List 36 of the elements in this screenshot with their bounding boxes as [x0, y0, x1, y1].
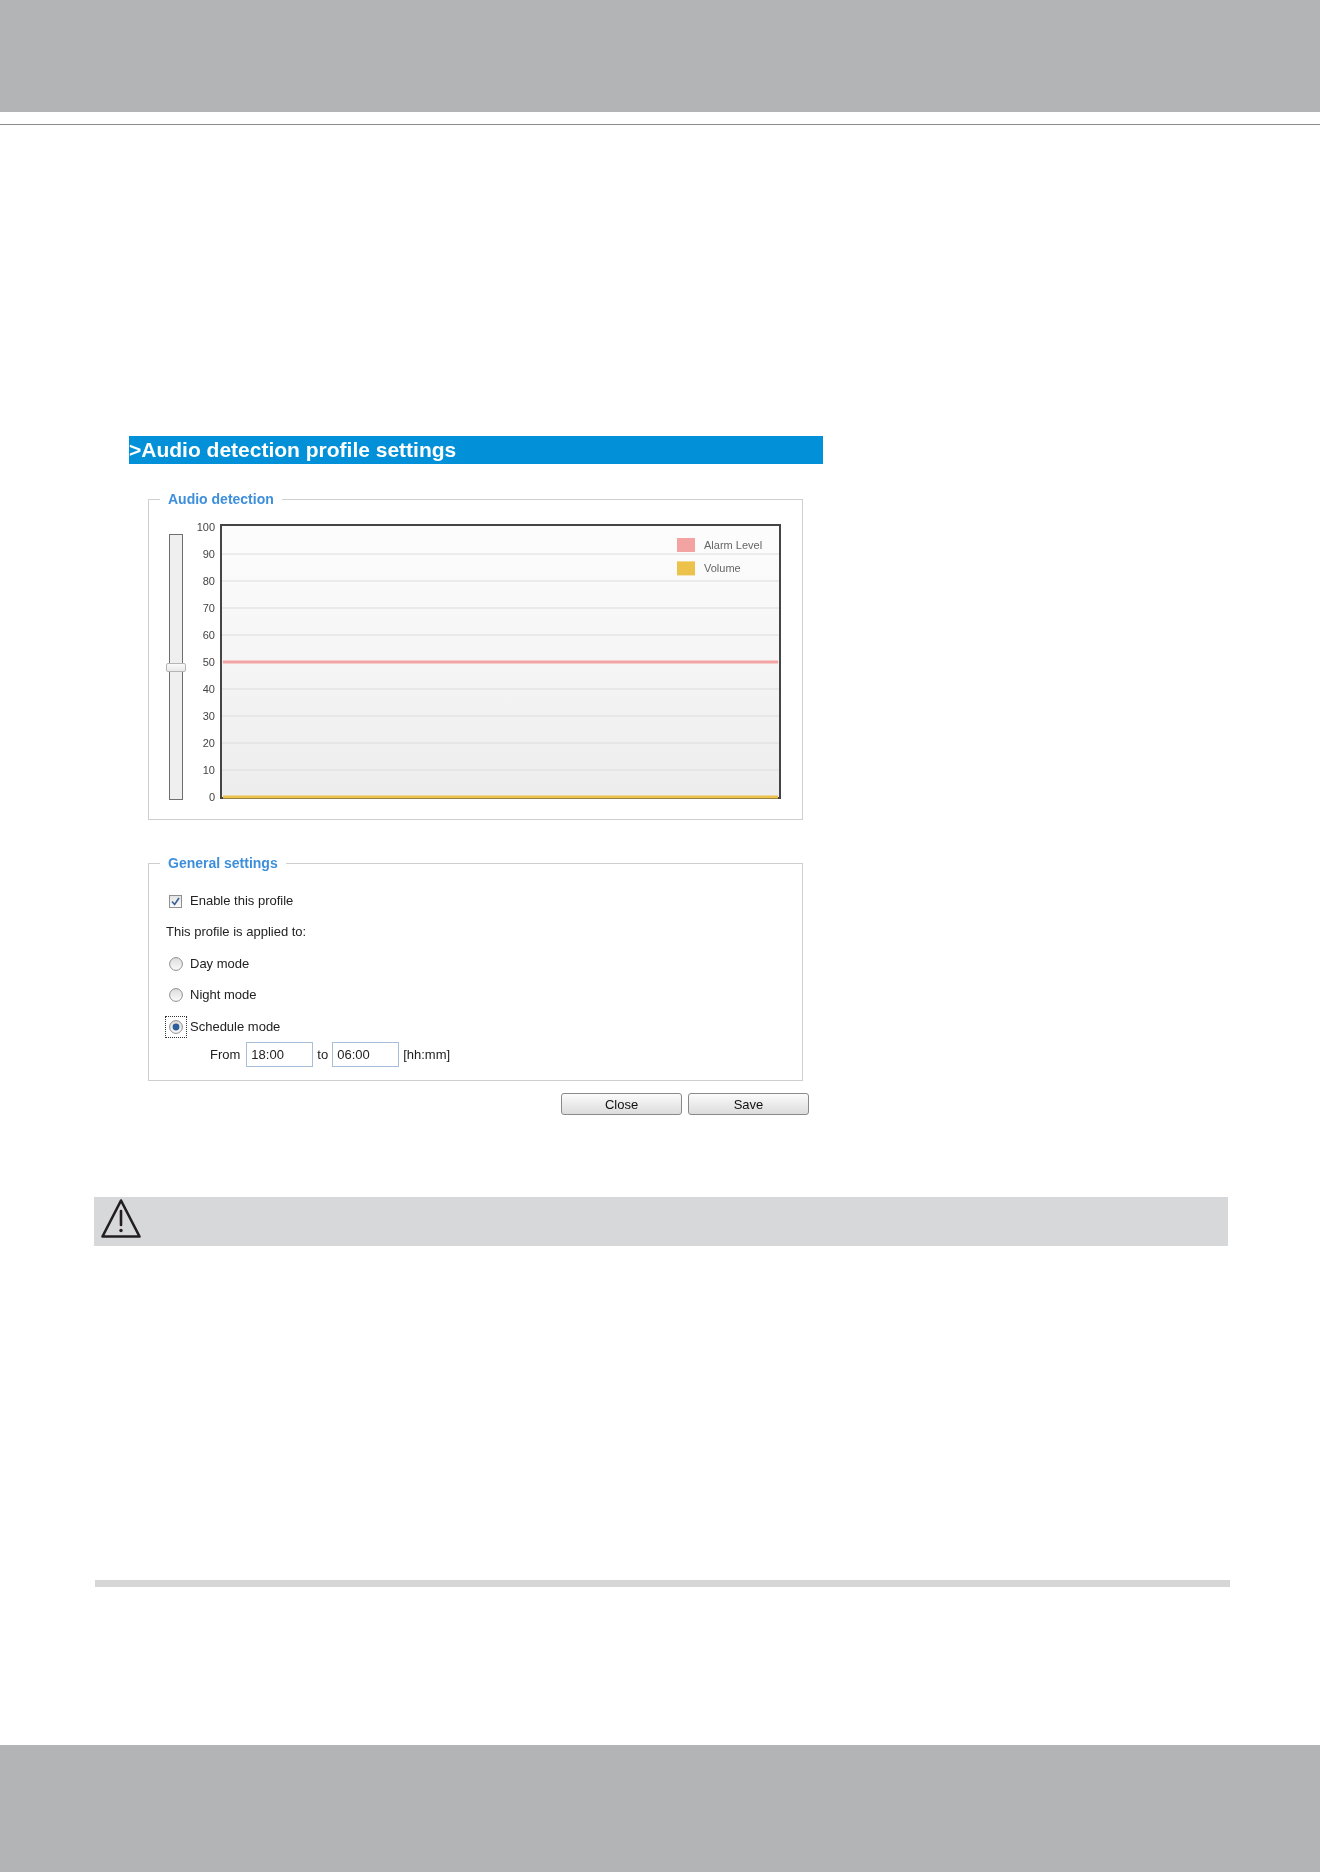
- checkmark-icon: [171, 896, 180, 906]
- warning-icon: [100, 1198, 142, 1240]
- radio-label: Schedule mode: [190, 1019, 281, 1035]
- y-tick-label: 30: [202, 710, 215, 722]
- y-tick-label: 70: [202, 602, 215, 614]
- field-label: From: [210, 1046, 241, 1063]
- y-tick-label: 80: [202, 575, 215, 587]
- y-tick-label: 50: [202, 656, 215, 668]
- y-tick-label: 10: [202, 764, 215, 776]
- time-input[interactable]: 18:00: [246, 1042, 314, 1067]
- legend-label: Volume: [704, 562, 741, 575]
- dialog-button[interactable]: Save: [688, 1093, 809, 1115]
- radio-button[interactable]: [169, 957, 183, 971]
- section-title-bar: >Audio detection profile settings: [129, 436, 823, 464]
- slider-track[interactable]: [166, 534, 186, 800]
- radio-label: Night mode: [190, 987, 257, 1003]
- checkbox-label: Enable this profile: [190, 893, 294, 909]
- y-tick-label: 90: [202, 548, 215, 560]
- format-hint: [hh:mm]: [403, 1046, 451, 1063]
- y-tick-label: 40: [202, 683, 215, 695]
- panel-legend: Audio detection: [160, 491, 282, 507]
- slider-thumb[interactable]: [166, 662, 186, 672]
- y-tick-label: 100: [196, 521, 215, 533]
- radio-button[interactable]: [169, 988, 183, 1002]
- radio-label: Day mode: [190, 956, 250, 972]
- panel-legend: General settings: [160, 855, 286, 871]
- field-label: This profile is applied to:: [166, 924, 307, 940]
- time-input[interactable]: 06:00: [332, 1042, 400, 1067]
- y-tick-label: 60: [202, 629, 215, 641]
- dialog-button[interactable]: Close: [561, 1093, 682, 1115]
- radio-button[interactable]: [165, 1016, 187, 1038]
- y-tick-label: 20: [202, 737, 215, 749]
- y-tick-label: 0: [208, 791, 215, 803]
- field-label: to: [317, 1046, 329, 1063]
- legend-label: Alarm Level: [704, 539, 763, 551]
- checkbox[interactable]: [169, 894, 182, 908]
